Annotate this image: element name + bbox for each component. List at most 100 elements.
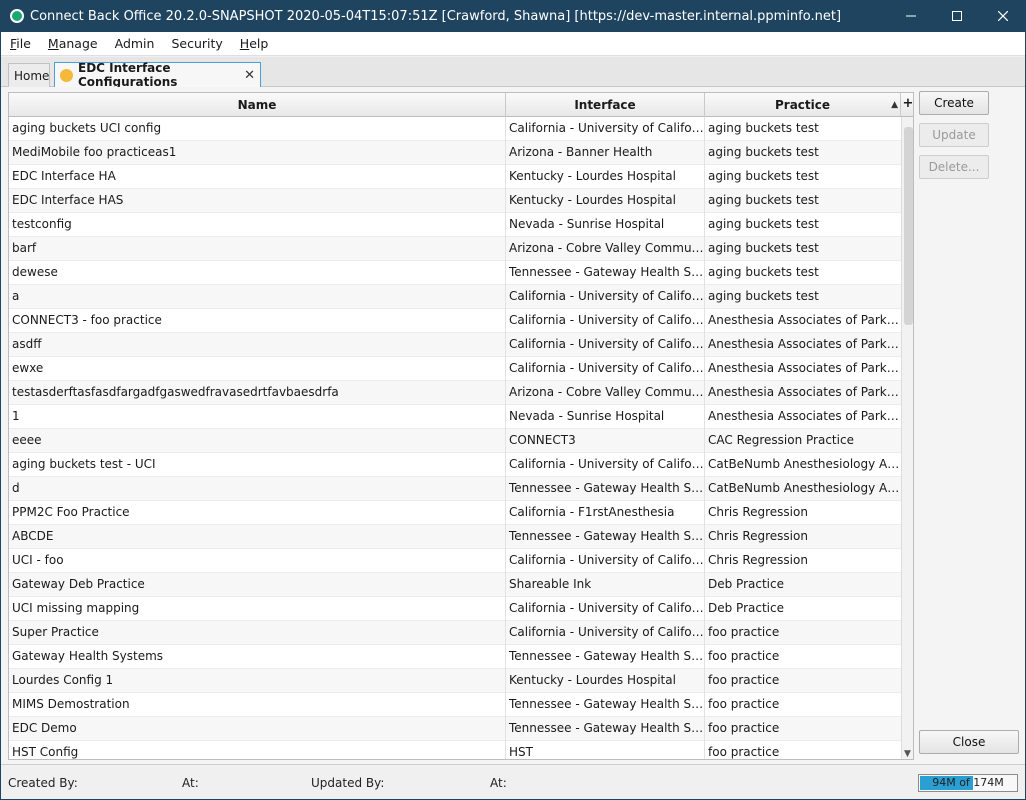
title-bar: Connect Back Office 20.2.0-SNAPSHOT 2020… [0, 0, 1026, 32]
cell-name: testasderftasfasdfargadfgaswedfravasedrt… [9, 381, 506, 405]
tab-home-label: Home [14, 68, 50, 83]
close-button[interactable]: Close [919, 730, 1019, 754]
table-row[interactable]: MediMobile foo practiceas1 Arizona - Bann… [9, 141, 901, 165]
table-row[interactable]: ewxe California - University of Californi… [9, 357, 901, 381]
maximize-button[interactable] [934, 0, 980, 32]
cell-interface: California - University of California... [506, 453, 705, 477]
tab-edc-interface-configurations[interactable]: EDC Interface Configurations ✕ [54, 61, 261, 89]
table-row[interactable]: aging buckets test - UCI California - Uni… [9, 453, 901, 477]
table-row[interactable]: Super Practice California - University of… [9, 621, 901, 645]
table-row[interactable]: Gateway Deb Practice Shareable Ink Deb Pra… [9, 573, 901, 597]
cell-practice: CAC Regression Practice [708, 433, 854, 447]
menu-file[interactable]: File [2, 36, 39, 51]
table-row[interactable]: EDC Interface HA Kentucky - Lourdes Hospi… [9, 165, 901, 189]
table-row[interactable]: dTennessee - Gateway Health SystemCatBeN… [9, 477, 901, 501]
table-row[interactable]: UCI - foo California - University of Cali… [9, 549, 901, 573]
cell-interface: Arizona - Cobre Valley Community... [506, 237, 705, 261]
cell-interface: California - University of California... [506, 285, 705, 309]
cell-name: EDC Demo [9, 717, 506, 741]
cell-practice: CatBeNumb Anesthesiology Assoc... [708, 481, 901, 495]
vertical-scrollbar[interactable]: ▼ [901, 117, 913, 759]
cell-practice: aging buckets test [708, 121, 819, 135]
table-row[interactable]: PPM2C Foo Practice California - F1rstAnes… [9, 501, 901, 525]
cell-practice: aging buckets test [708, 265, 819, 279]
cell-practice: foo practice [708, 625, 780, 639]
cell-name: d [9, 477, 506, 501]
table-body: aging buckets UCI config California - Uni… [9, 117, 901, 759]
table-row[interactable]: 1 Nevada - Sunrise Hospital Anesthesia Ass… [9, 405, 901, 429]
cell-interface: Tennessee - Gateway Health System [506, 717, 705, 741]
close-window-button[interactable] [980, 0, 1026, 32]
table-row[interactable]: eeee CONNECT3 CAC Regression Practice [9, 429, 901, 453]
table-row[interactable]: barf Arizona - Cobre Valley Community... a… [9, 237, 901, 261]
scrollbar-thumb[interactable] [904, 127, 913, 325]
cell-interface: Tennessee - Gateway Health System [506, 261, 705, 285]
table-row[interactable]: testasderftasfasdfargadfgaswedfravasedrt… [9, 381, 901, 405]
column-header-practice[interactable]: Practice ▲ [705, 93, 901, 117]
cell-interface: Tennessee - Gateway Health System [506, 693, 705, 717]
created-at-label: At: [182, 776, 199, 790]
scroll-down-icon[interactable]: ▼ [904, 749, 911, 759]
table-row[interactable]: CONNECT3 - foo practice California - Univ… [9, 309, 901, 333]
cell-name: Super Practice [9, 621, 506, 645]
cell-name: Lourdes Config 1 [9, 669, 506, 693]
table-row[interactable]: asdff California - University of Californ… [9, 333, 901, 357]
cell-practice: aging buckets test [708, 145, 819, 159]
column-header-practice-label: Practice [774, 98, 831, 112]
update-button[interactable]: Update [919, 123, 989, 147]
table-row[interactable]: aging buckets UCI config California - Uni… [9, 117, 901, 141]
menu-admin-mnemonic: A [114, 36, 123, 51]
table-row[interactable]: EDC Interface HAS Kentucky - Lourdes Hosp… [9, 189, 901, 213]
cell-name: ewxe [9, 357, 506, 381]
table-row[interactable]: testconfig Nevada - Sunrise Hospital aging… [9, 213, 901, 237]
menu-help[interactable]: Help [232, 36, 277, 51]
cell-name: UCI - foo [9, 549, 506, 573]
cell-practice: foo practice [708, 673, 780, 687]
table-row[interactable]: deweseTennessee - Gateway Health Systema… [9, 261, 901, 285]
minimize-button[interactable] [888, 0, 934, 32]
table-row[interactable]: HST Config HST foo practice [9, 741, 901, 759]
cell-practice: Anesthesia Associates of Parkville [708, 409, 901, 423]
cell-interface: Tennessee - Gateway Health System [506, 477, 705, 501]
delete-button[interactable]: Delete... [919, 155, 989, 179]
cell-name: Gateway Health Systems [9, 645, 506, 669]
window-controls [888, 0, 1026, 32]
column-menu-button[interactable]: + [901, 93, 913, 117]
table-row[interactable]: Gateway Health Systems Tennessee - Gatewa… [9, 645, 901, 669]
tab-close-icon[interactable]: ✕ [244, 68, 255, 83]
cell-practice: CatBeNumb Anesthesiology Assoc... [708, 457, 901, 471]
menu-admin[interactable]: Admin [107, 36, 163, 51]
menu-help-label: elp [249, 36, 269, 51]
cell-practice: Anesthesia Associates of Parkville [708, 361, 901, 375]
cell-practice: aging buckets test [708, 169, 819, 183]
cell-interface: Tennessee - Gateway Health System [506, 645, 705, 669]
cell-practice: Anesthesia Associates of Parkville [708, 385, 901, 399]
cell-interface: Nevada - Sunrise Hospital [506, 213, 705, 237]
menu-manage[interactable]: Manage [40, 36, 106, 51]
table-row[interactable]: a California - University of California..… [9, 285, 901, 309]
menu-security-label: ecurity [179, 36, 223, 51]
table-row[interactable]: ABCDETennessee - Gateway Health SystemCh… [9, 525, 901, 549]
column-header-interface[interactable]: Interface [506, 93, 705, 117]
menu-security[interactable]: Security [163, 36, 230, 51]
cell-name: HST Config [9, 741, 506, 759]
app-icon [10, 9, 24, 23]
create-button[interactable]: Create [919, 91, 989, 115]
menu-bar: File Manage Admin Security Help [1, 32, 1025, 56]
close-icon [998, 11, 1008, 21]
table-row[interactable]: EDC DemoTennessee - Gateway Health Syste… [9, 717, 901, 741]
menu-file-label: ile [16, 36, 31, 51]
cell-practice: aging buckets test [708, 289, 819, 303]
column-header-name[interactable]: Name [9, 93, 506, 117]
table-header: Name Interface Practice ▲ + [9, 93, 913, 117]
cell-interface: Nevada - Sunrise Hospital [506, 405, 705, 429]
table-row[interactable]: MIMS Demostration Tennessee - Gateway Hea… [9, 693, 901, 717]
table-row[interactable]: Lourdes Config 1 Kentucky - Lourdes Hospi… [9, 669, 901, 693]
cell-name: 1 [9, 405, 506, 429]
memory-indicator[interactable]: 94M of 174M [918, 774, 1018, 792]
table-row[interactable]: UCI missing mapping California - Universi… [9, 597, 901, 621]
cell-interface: Kentucky - Lourdes Hospital [506, 165, 705, 189]
cell-practice: Chris Regression [708, 553, 808, 567]
cell-interface: Tennessee - Gateway Health System [506, 525, 705, 549]
tab-home[interactable]: Home [8, 63, 50, 87]
